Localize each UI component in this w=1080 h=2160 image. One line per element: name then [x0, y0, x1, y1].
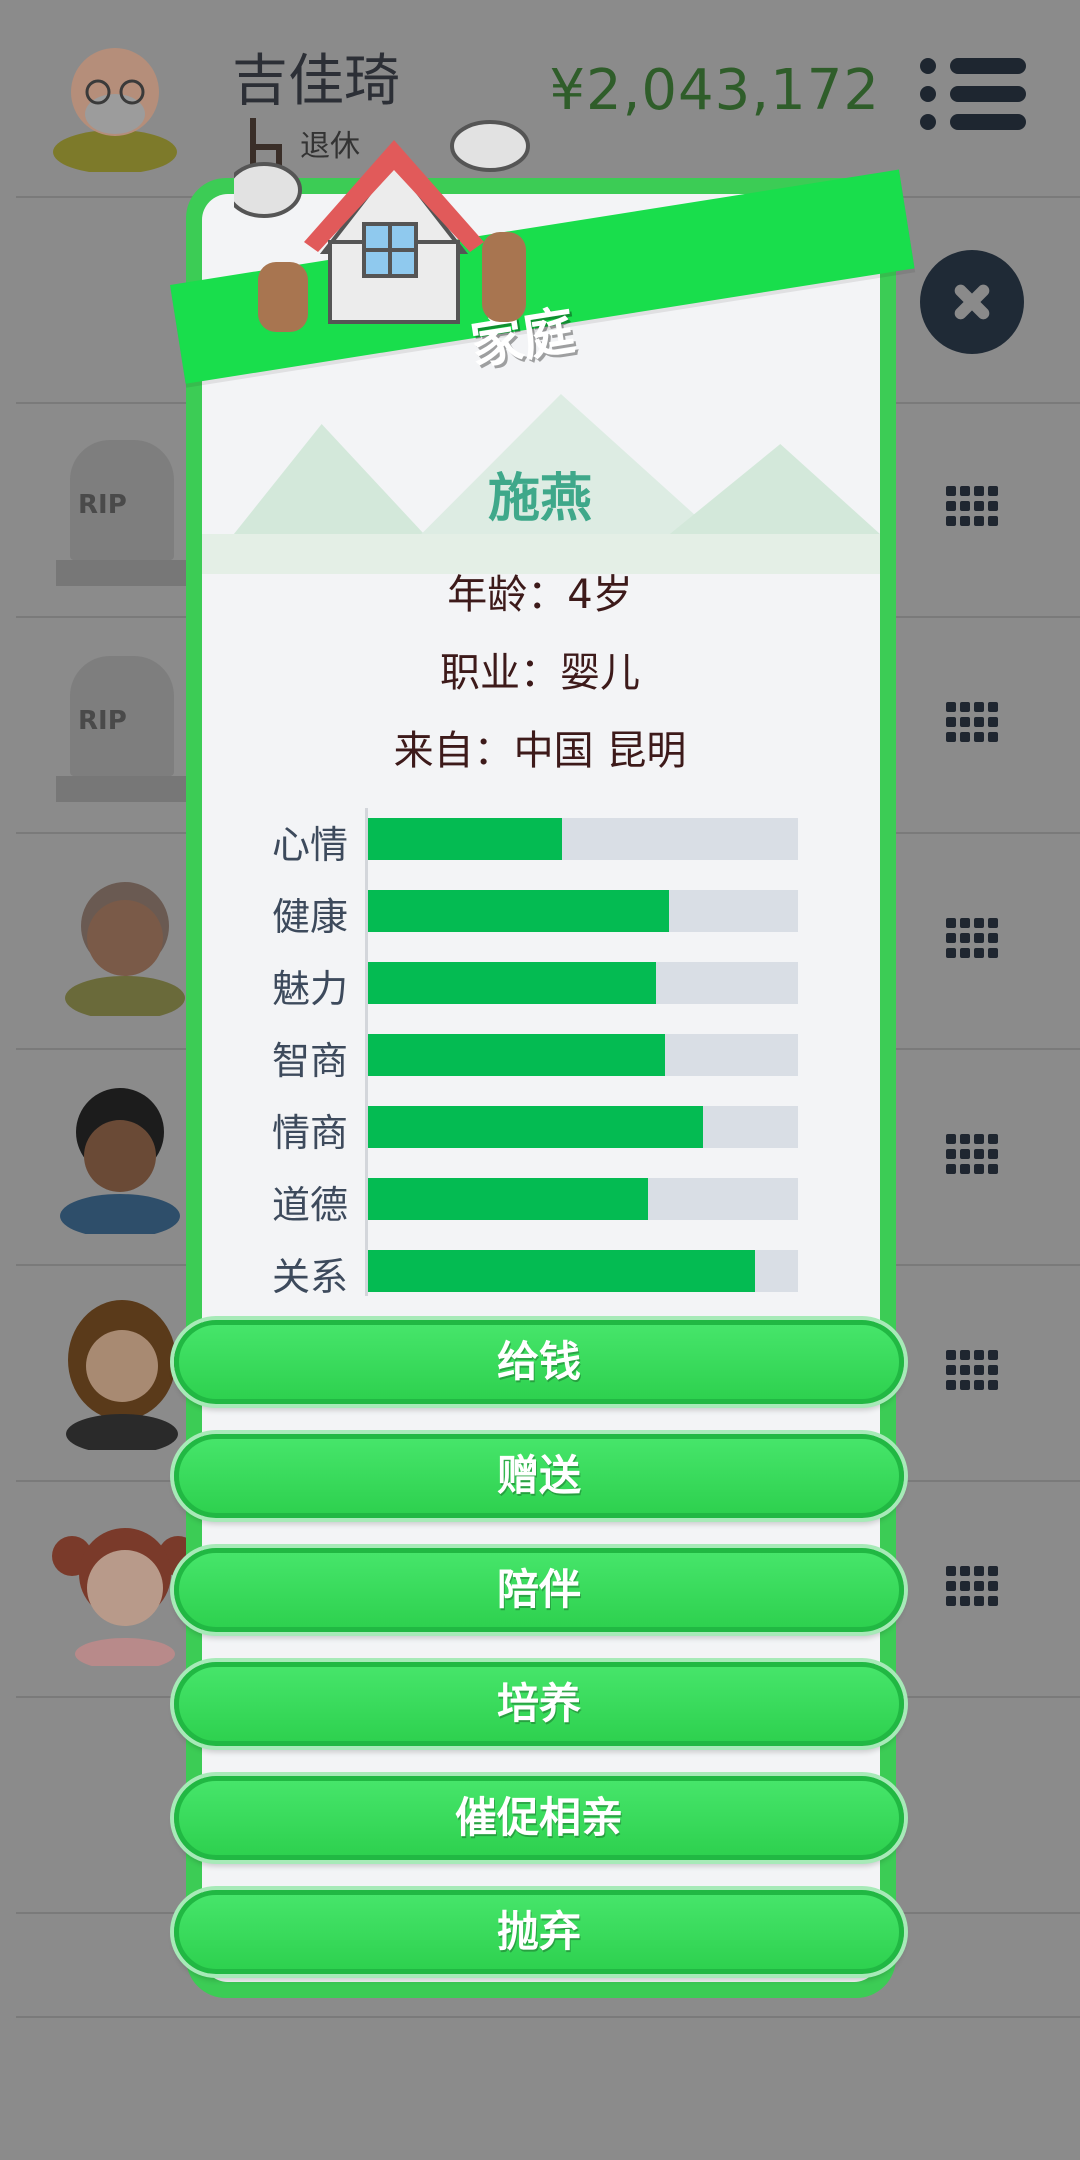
grandpa-avatar [53, 48, 177, 172]
job-line: 职业：婴儿 [440, 650, 640, 696]
options-grid-icon[interactable] [946, 918, 1000, 966]
stat-bar-relationship [368, 1250, 798, 1292]
stat-label-health: 健康 [272, 895, 349, 939]
give-money-button[interactable]: 给钱 [174, 1320, 904, 1404]
player-name: 吉佳琦 [232, 49, 400, 114]
stat-label-relationship: 关系 [272, 1255, 349, 1299]
options-grid-icon[interactable] [946, 1566, 1000, 1614]
scenery-background [202, 394, 880, 574]
stat-label-charm: 魅力 [272, 967, 349, 1011]
stat-label-morality: 道德 [272, 1183, 349, 1227]
options-grid-icon[interactable] [946, 1350, 1000, 1398]
close-icon[interactable] [920, 250, 1024, 354]
options-grid-icon[interactable] [946, 1134, 1000, 1182]
curly-hair-man-avatar [60, 1088, 180, 1234]
menu-button[interactable] [920, 52, 1026, 136]
origin-line: 来自：中国 昆明 [393, 728, 687, 774]
stat-bar-charm [368, 962, 798, 1004]
give-gift-button[interactable]: 赠送 [174, 1434, 904, 1518]
stat-bar-mood [368, 818, 798, 860]
stat-bar-health [368, 890, 798, 932]
money-display: ¥2,043,172 [549, 58, 880, 123]
stat-bar-iq [368, 1034, 798, 1076]
urge-blind-date-button[interactable]: 催促相亲 [174, 1776, 904, 1860]
stat-label-iq: 智商 [272, 1039, 349, 1083]
family-member-name: 施燕 [487, 469, 592, 529]
age-line: 年龄：4岁 [447, 572, 633, 618]
stat-bar-eq [368, 1106, 798, 1148]
stat-label-mood: 心情 [272, 823, 349, 867]
stat-bar-morality [368, 1178, 798, 1220]
row-divider [16, 2016, 1080, 2018]
accompany-button[interactable]: 陪伴 [174, 1548, 904, 1632]
nurture-button[interactable]: 培养 [174, 1662, 904, 1746]
abandon-button[interactable]: 抛弃 [174, 1890, 904, 1974]
stat-label-eq: 情商 [272, 1111, 349, 1155]
elderly-man-avatar [65, 882, 185, 1016]
house-icon [234, 120, 530, 332]
